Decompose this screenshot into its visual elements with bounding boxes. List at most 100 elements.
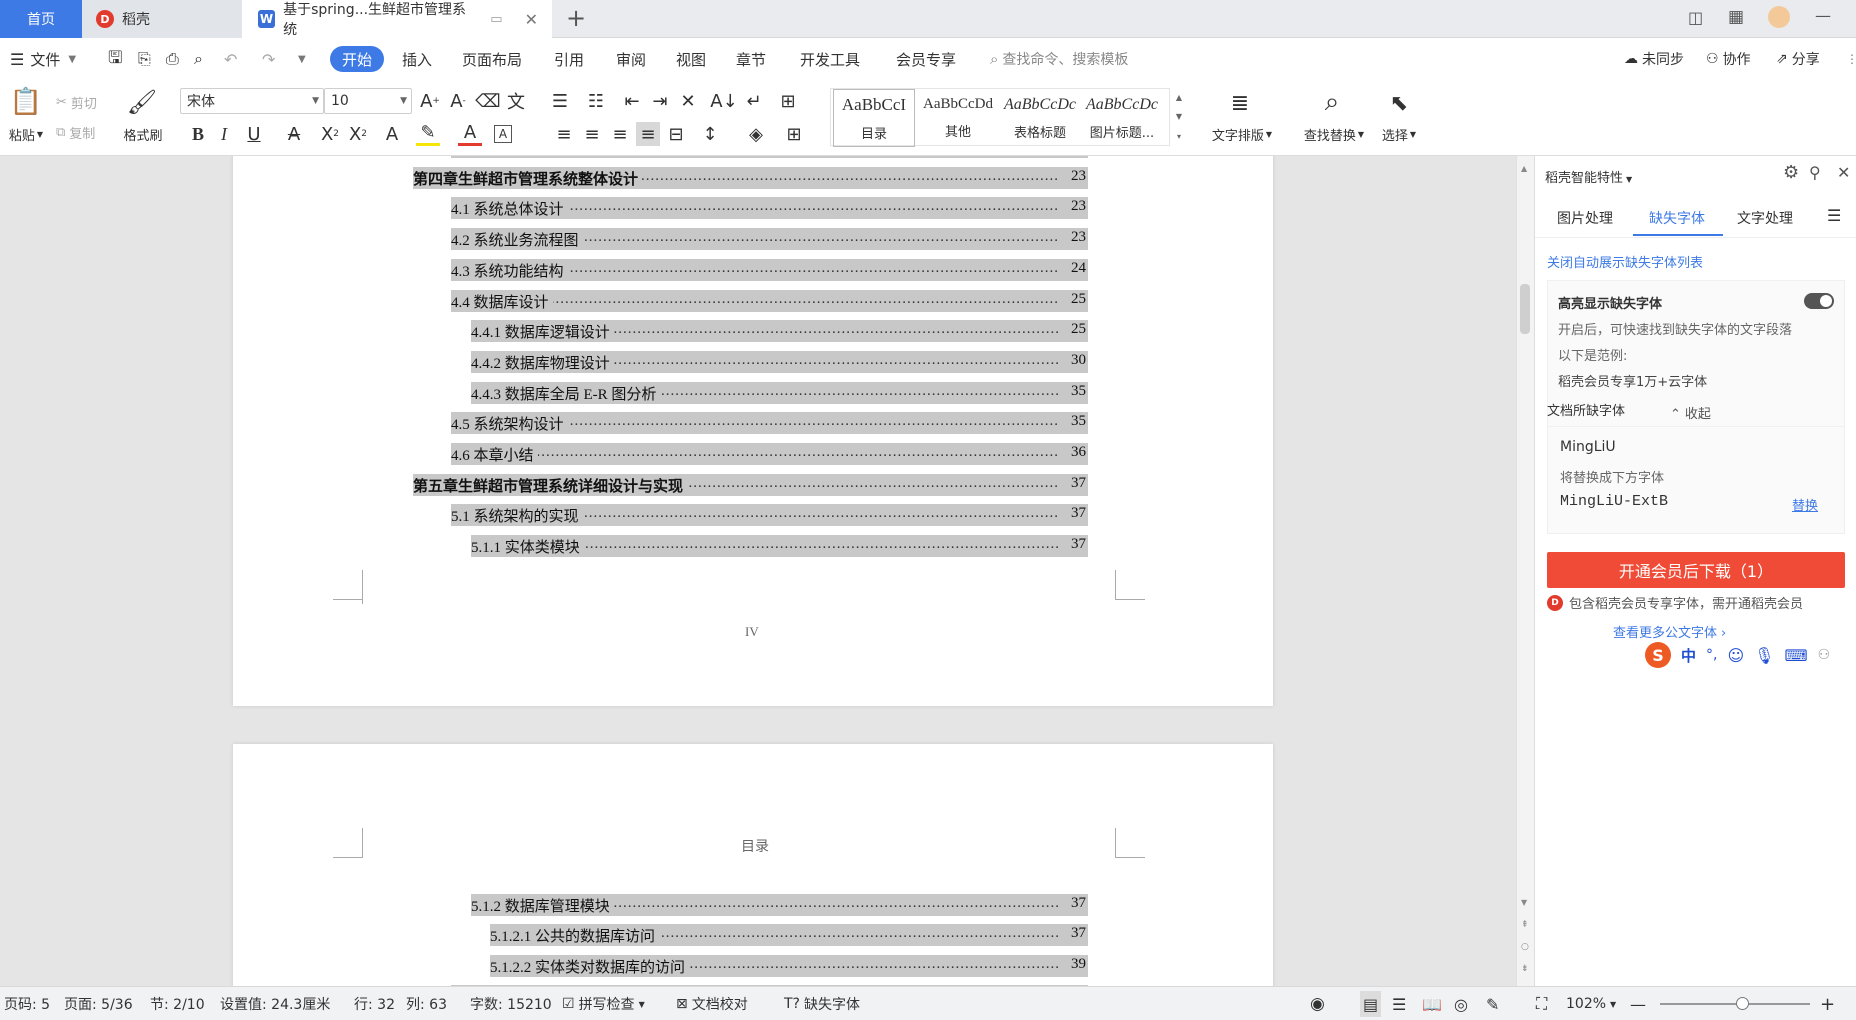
style-scroll[interactable]: ▲ ▼ ▾ [1172, 88, 1186, 146]
align-center-icon[interactable]: ≡ [580, 122, 604, 146]
select-button[interactable]: 选择 ▼ [1374, 124, 1424, 144]
ime-cn-toggle[interactable]: 中 [1681, 645, 1696, 666]
eye-protection-icon[interactable]: ◉ [1310, 987, 1325, 1020]
document-canvas[interactable]: ........................................… [0, 156, 1516, 986]
toc-entry[interactable]: ........................................… [451, 504, 1088, 527]
clear-format-icon[interactable]: ⌫ [475, 89, 500, 113]
cursor-icon[interactable]: ⬉ [1384, 86, 1414, 120]
toc-entry[interactable]: ........................................… [471, 381, 1088, 404]
zoom-slider-track[interactable] [1660, 1003, 1810, 1005]
toc-entry[interactable]: ........................................… [490, 954, 1088, 977]
menu-view[interactable]: 视图 [676, 38, 706, 80]
sogou-logo-icon[interactable]: S [1645, 642, 1671, 668]
tab-pin-icon[interactable]: ▭ [490, 12, 502, 27]
tab-stop-icon[interactable]: ⊞ [776, 89, 800, 113]
panel-tab-missing-font[interactable]: 缺失字体 [1649, 208, 1705, 228]
microphone-icon[interactable]: 🎙 [1754, 646, 1774, 665]
toc-entry[interactable]: ........................................… [413, 473, 1088, 496]
menu-layout[interactable]: 页面布局 [462, 38, 522, 80]
sort-icon[interactable]: A↓ [710, 89, 737, 113]
line-spacing-icon[interactable]: ↕ [698, 122, 722, 146]
status-words[interactable]: 字数: 15210 [470, 987, 552, 1020]
reading-view-icon[interactable]: 📖 [1422, 987, 1442, 1020]
font-size-select[interactable]: 10 ▼ [324, 88, 412, 114]
quick-access-chevron-icon[interactable]: ▼ [298, 38, 306, 80]
pin-icon[interactable]: ⚲ [1809, 163, 1821, 182]
prev-page-icon[interactable]: ⇞ [1521, 920, 1529, 930]
font-name-select[interactable]: 宋体 ▼ [180, 88, 324, 114]
toc-entry[interactable]: ........................................… [451, 228, 1088, 251]
document-page[interactable]: 目录 .....................................… [233, 744, 1273, 986]
undo-icon[interactable]: ↶ [224, 38, 237, 80]
paste-button[interactable]: 粘贴 ▼ [4, 124, 48, 144]
menu-member[interactable]: 会员专享 [896, 38, 956, 80]
panel-title[interactable]: 稻壳智能特性 ▼ [1545, 167, 1632, 186]
italic-icon[interactable]: I [212, 122, 236, 146]
close-icon[interactable]: ✕ [525, 10, 538, 29]
chinese-layout-icon[interactable]: ✕ [676, 89, 700, 113]
toc-entry[interactable]: ........................................… [451, 289, 1088, 312]
cut-button[interactable]: ✂ 剪切 [56, 92, 97, 112]
fit-page-icon[interactable]: ⛶ [1536, 987, 1547, 1020]
write-view-icon[interactable]: ✎ [1486, 987, 1499, 1020]
emoji-icon[interactable]: ☺ [1727, 646, 1744, 665]
justify-icon[interactable]: ≡ [636, 122, 660, 146]
superscript-icon[interactable]: X2 [318, 122, 342, 146]
highlight-toggle[interactable] [1804, 293, 1834, 309]
style-item[interactable]: AaBbCcDc 表格标题 [999, 89, 1081, 147]
reading-mode-icon[interactable]: ◫ [1688, 8, 1703, 27]
menu-chapter[interactable]: 章节 [736, 38, 766, 80]
page-view-icon[interactable]: ▤ [1360, 991, 1382, 1017]
decrease-font-icon[interactable]: A- [446, 89, 470, 113]
bold-icon[interactable]: B [186, 122, 210, 146]
toc-entry[interactable]: ........................................… [451, 258, 1088, 281]
status-page-code[interactable]: 页码: 5 [4, 987, 50, 1020]
more-fonts-link[interactable]: 查看更多公文字体 › [1613, 622, 1726, 641]
print-icon[interactable]: ⎙ [166, 38, 179, 80]
file-menu[interactable]: ☰ 文件 ▼ [10, 38, 76, 80]
menu-devtools[interactable]: 开发工具 [800, 38, 860, 80]
status-pages[interactable]: 页面: 5/36 [64, 987, 133, 1020]
borders-icon[interactable]: ⊞ [782, 122, 806, 146]
print-preview-icon[interactable]: ⌕ [194, 38, 203, 80]
document-page[interactable]: ........................................… [233, 156, 1273, 706]
close-icon[interactable]: ✕ [1837, 163, 1850, 182]
zoom-select[interactable]: 102% ▼ [1566, 987, 1616, 1020]
keyboard-icon[interactable]: ⌨ [1784, 646, 1807, 665]
tab-daoke[interactable]: D 稻壳 [82, 0, 242, 38]
style-item[interactable]: AaBbCcDd 其他 [917, 89, 999, 147]
toc-entry[interactable]: ........................................… [490, 924, 1088, 947]
toc-entry[interactable]: ........................................… [471, 535, 1088, 558]
browse-object-icon[interactable]: ○ [1521, 942, 1529, 952]
toc-entry[interactable]: ........................................… [451, 156, 1088, 158]
text-layout-icon[interactable]: ≣ [1222, 86, 1258, 120]
format-painter-button[interactable]: 格式刷 [118, 124, 168, 144]
download-member-button[interactable]: 开通会员后下载（1） [1547, 552, 1845, 588]
toc-entry[interactable]: ........................................… [471, 894, 1088, 916]
scroll-down-icon[interactable]: ▼ [1521, 898, 1527, 907]
grid-icon[interactable]: ▦ [1728, 7, 1744, 27]
numbered-list-icon[interactable]: ☷ [584, 89, 608, 113]
toc-entry[interactable]: ........................................… [471, 350, 1088, 373]
save-icon[interactable]: 🖫 [108, 38, 122, 80]
format-painter-icon[interactable]: 🖌 [124, 84, 160, 120]
new-tab-icon[interactable]: + [566, 4, 586, 32]
web-view-icon[interactable]: ◎ [1454, 987, 1468, 1020]
increase-indent-icon[interactable]: ⇥ [648, 89, 672, 113]
toc-entry[interactable]: ........................................… [413, 166, 1088, 189]
scroll-up-icon[interactable]: ▲ [1521, 164, 1527, 173]
menu-review[interactable]: 审阅 [616, 38, 646, 80]
font-color-icon[interactable]: A [458, 122, 482, 146]
increase-font-icon[interactable]: A + [418, 89, 442, 113]
shading-icon[interactable]: ◈ [744, 122, 768, 146]
bullet-list-icon[interactable]: ☰ [548, 89, 572, 113]
text-effect-icon[interactable]: A [380, 122, 404, 146]
outline-view-icon[interactable]: ☰ [1392, 987, 1406, 1020]
proofread-button[interactable]: ⊠ 文档校对 [676, 987, 748, 1020]
export-pdf-icon[interactable]: ⎘ [138, 38, 151, 80]
style-item[interactable]: AaBbCcI 目录 [833, 89, 915, 147]
decrease-indent-icon[interactable]: ⇤ [620, 89, 644, 113]
paste-icon[interactable]: 📋 [8, 84, 44, 120]
vertical-scrollbar[interactable]: ▲ ▼ ⇞ ○ ⇟ [1516, 156, 1534, 986]
close-auto-link[interactable]: 关闭自动展示缺失字体列表 [1547, 252, 1703, 271]
